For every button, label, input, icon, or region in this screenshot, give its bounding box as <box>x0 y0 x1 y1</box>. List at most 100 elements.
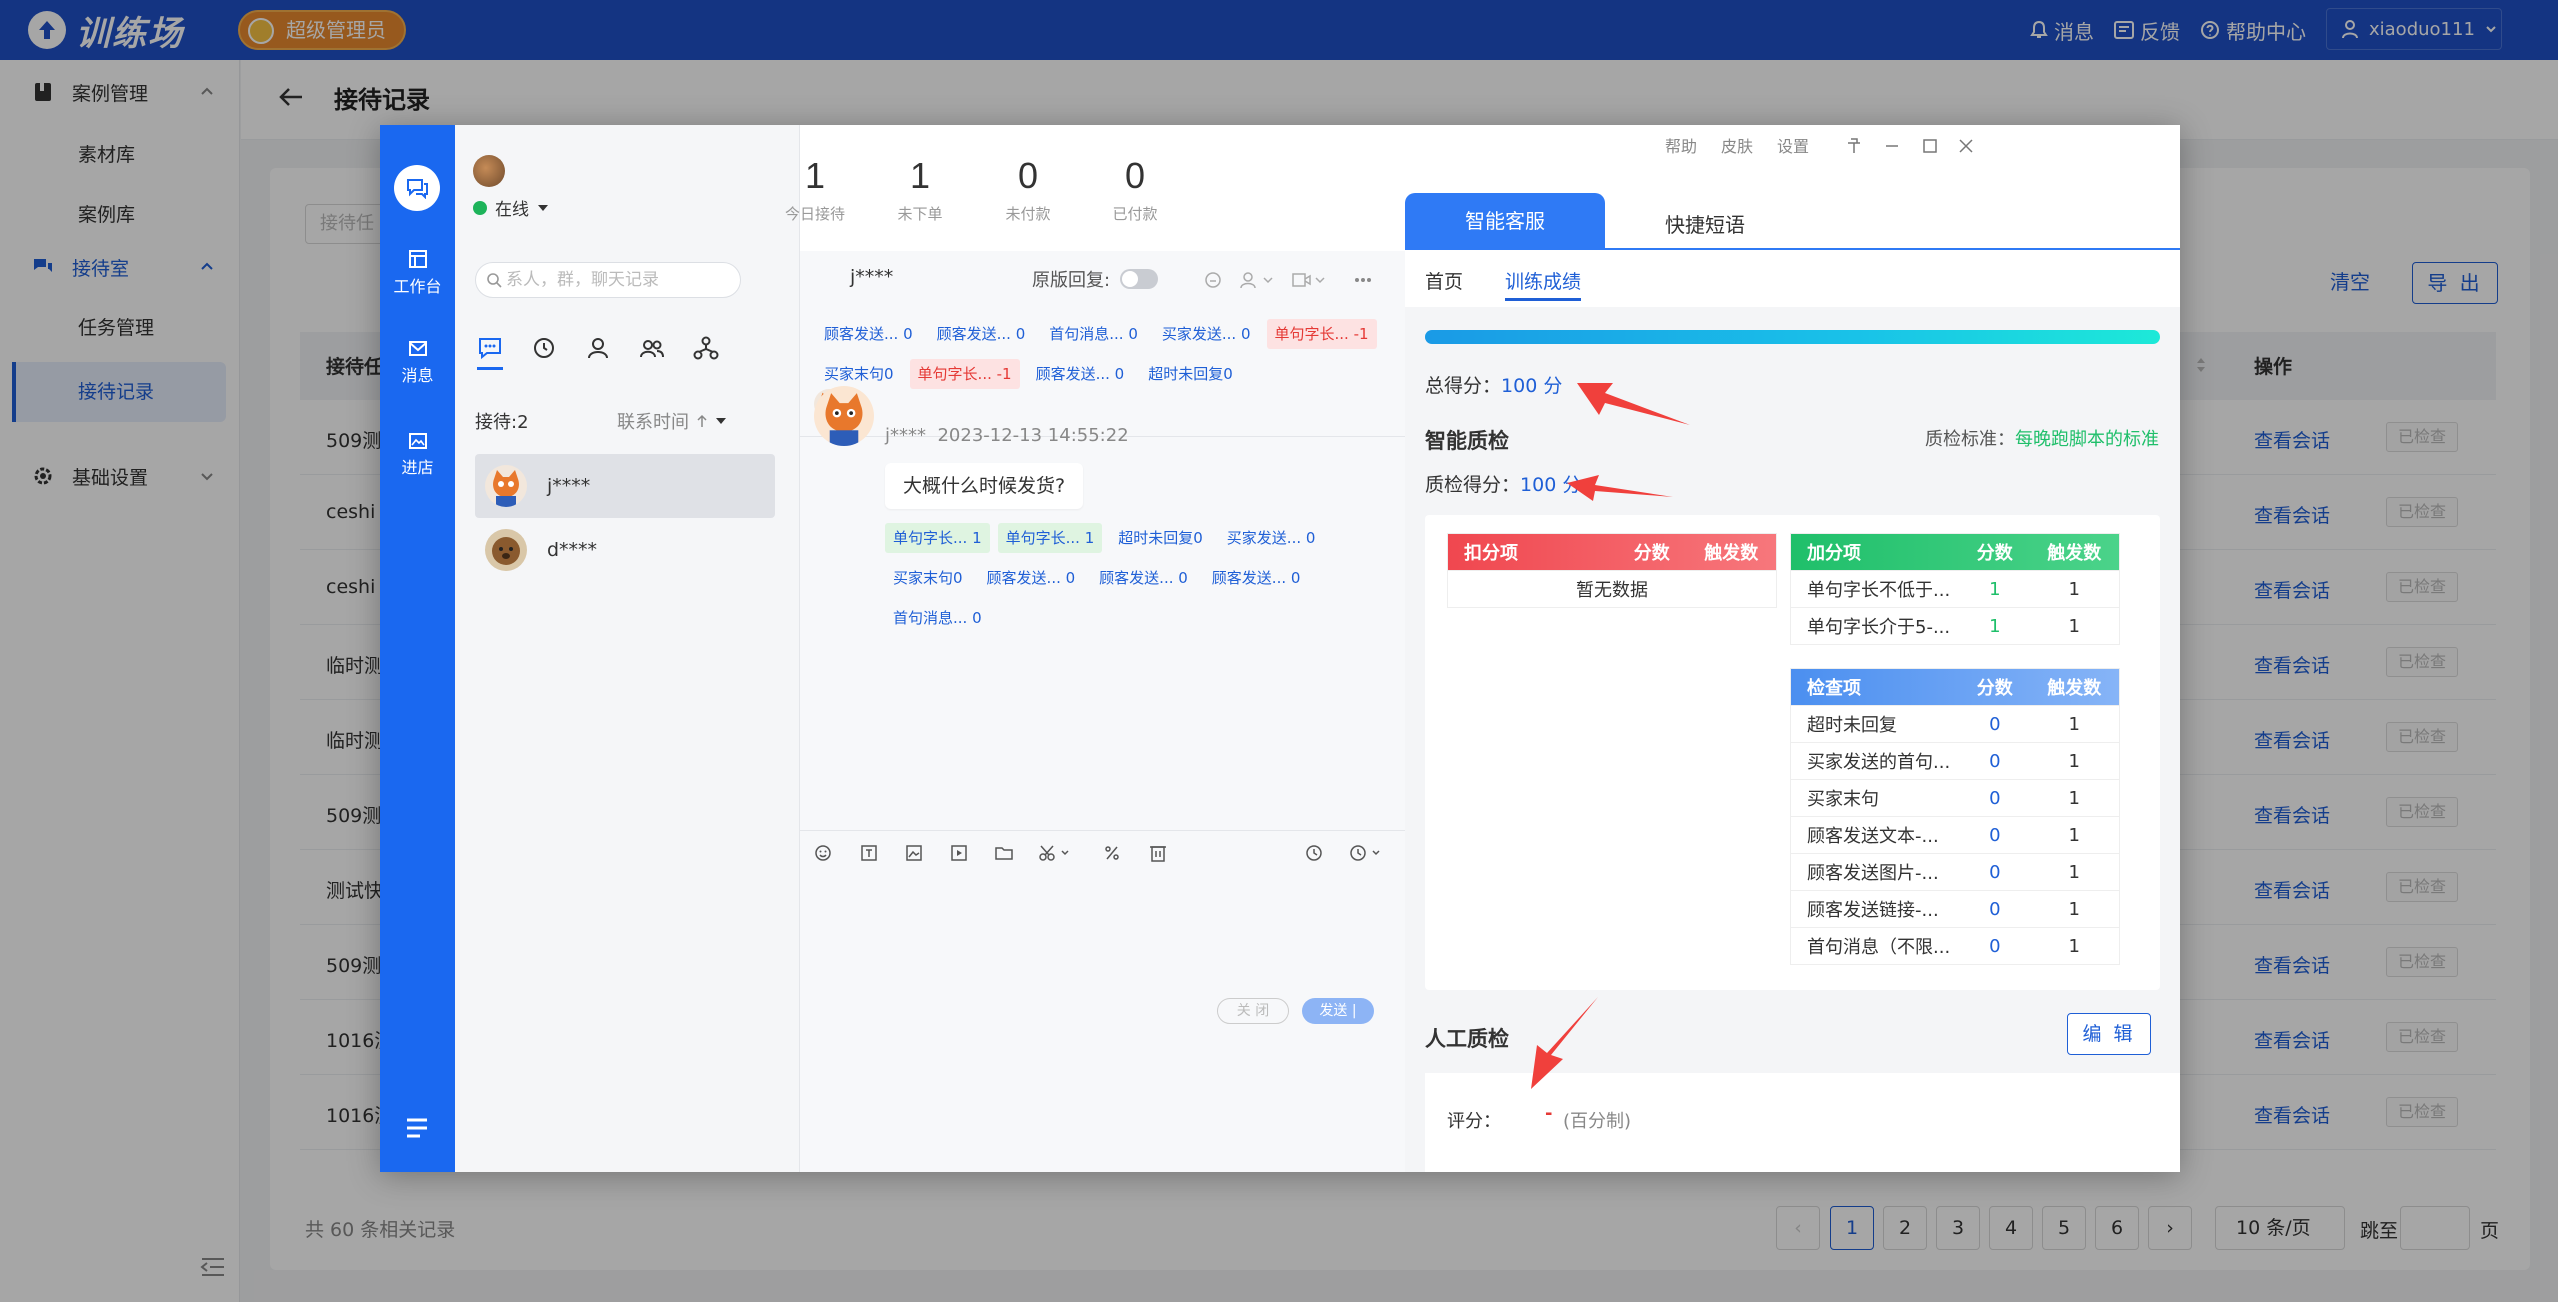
rail-store[interactable]: 进店 <box>380 432 455 478</box>
empty-text: 暂无数据 <box>1576 580 1648 601</box>
pin-icon[interactable] <box>1845 137 1863 155</box>
rail-messages[interactable]: 消息 <box>380 340 455 386</box>
image-upload-icon[interactable] <box>904 843 924 863</box>
qc-row: 买家发送的首句... 0 1 <box>1791 742 2119 779</box>
contact-search-input[interactable]: 系人，群，聊天记录 <box>475 262 741 298</box>
qc-tag[interactable]: 顾客发送... 0 <box>979 563 1084 593</box>
close-icon[interactable] <box>1957 137 1975 155</box>
qc-tag[interactable]: 首句消息... 0 <box>885 603 990 633</box>
contact-item[interactable]: d**** <box>475 518 775 582</box>
online-check-icon <box>473 200 487 215</box>
score-cell: 0 <box>1989 824 2001 846</box>
qc-tag[interactable]: 买家末句0 <box>816 359 902 389</box>
send-button[interactable]: 发送 | <box>1302 998 1374 1024</box>
header-cell: 触发数 <box>1704 543 1759 564</box>
arrow-up-icon <box>697 414 707 427</box>
header-cell: 分数 <box>1976 678 2013 699</box>
qc-tag[interactable]: 顾客发送... 0 <box>1028 359 1133 389</box>
stat-paid: 0 已付款 <box>1090 155 1180 224</box>
video-icon[interactable] <box>1292 271 1328 289</box>
schedule-icon[interactable] <box>1348 843 1384 863</box>
header-cell: 分数 <box>1633 543 1670 564</box>
tab-history-clock-icon[interactable] <box>531 335 557 361</box>
tab-group-icon[interactable] <box>639 335 665 361</box>
header-cell: 触发数 <box>2047 678 2102 699</box>
qc-row: 超时未回复 0 1 <box>1791 705 2119 742</box>
delete-icon[interactable] <box>1148 843 1168 863</box>
total-score: 总得分：100 分 <box>1425 371 1562 398</box>
my-avatar[interactable] <box>473 155 505 187</box>
menu-icon[interactable] <box>404 1117 430 1139</box>
header-cell: 检查项 <box>1807 678 1861 699</box>
sort-by-label: 联系时间 <box>617 412 689 433</box>
text-template-icon[interactable] <box>859 843 879 863</box>
bonus-table: 加分项 分数 触发数 单句字长不低于... 1 1 单句字长介于5-... 1 1 <box>1790 533 2120 645</box>
tab-person-icon[interactable] <box>585 335 611 361</box>
settings-link[interactable]: 设置 <box>1777 133 1809 157</box>
qc-row: 顾客发送图片-... 0 1 <box>1791 853 2119 890</box>
rail-label: 工作台 <box>393 277 442 296</box>
skin-link[interactable]: 皮肤 <box>1721 133 1753 157</box>
subtab-training-score[interactable]: 训练成绩 <box>1505 267 1581 294</box>
message-time: 2023-12-13 14:55:22 <box>937 425 1129 446</box>
rail-workbench[interactable]: 工作台 <box>380 249 455 297</box>
online-status-select[interactable]: 在线 <box>473 195 549 220</box>
search-placeholder: 系人，群，聊天记录 <box>506 270 659 290</box>
edit-button[interactable]: 编 辑 <box>2067 1013 2151 1055</box>
qc-tag[interactable]: 买家发送... 0 <box>1219 523 1324 553</box>
folder-icon[interactable] <box>994 843 1014 863</box>
qc-standard-value[interactable]: 每晚跑脚本的标准 <box>2015 429 2159 450</box>
qc-row: 顾客发送链接-... 0 1 <box>1791 890 2119 927</box>
video-upload-icon[interactable] <box>949 843 969 863</box>
qc-standard: 质检标准：每晚跑脚本的标准 <box>1925 425 2159 451</box>
close-conversation-button[interactable]: 关 闭 <box>1217 998 1289 1024</box>
emoji-icon[interactable] <box>813 843 833 863</box>
tab-org-icon[interactable] <box>693 335 719 361</box>
qc-tag[interactable]: 单句字长... -1 <box>1266 319 1377 349</box>
qc-tag[interactable]: 买家发送... 0 <box>1154 319 1259 349</box>
emoji-off-icon[interactable] <box>1204 271 1222 289</box>
qc-tag[interactable]: 首句消息... 0 <box>1041 319 1146 349</box>
tab-chats-icon[interactable] <box>477 335 503 361</box>
maximize-icon[interactable] <box>1921 137 1939 155</box>
caret-down-icon <box>716 418 726 424</box>
contact-item[interactable]: j**** <box>475 454 775 518</box>
stat-unpaid: 0 未付款 <box>983 155 1073 224</box>
scissors-icon[interactable] <box>1038 843 1072 863</box>
qc-tag[interactable]: 单句字长... 1 <box>885 523 990 553</box>
sort-by-select[interactable]: 联系时间 <box>617 408 727 434</box>
subtab-home[interactable]: 首页 <box>1425 267 1463 294</box>
rail-chat-button[interactable] <box>394 165 440 211</box>
status-label: 在线 <box>495 200 529 220</box>
stat-label: 未付款 <box>1005 205 1051 223</box>
transfer-user-icon[interactable] <box>1240 271 1276 289</box>
tab-quick-phrases[interactable]: 快捷短语 <box>1665 209 1745 238</box>
stat-no-order: 1 未下单 <box>875 155 965 224</box>
minimize-icon[interactable] <box>1883 137 1901 155</box>
percent-icon[interactable] <box>1102 843 1122 863</box>
history-icon[interactable] <box>1304 843 1324 863</box>
qc-standard-label: 质检标准： <box>1925 429 2015 450</box>
table-header: 加分项 分数 触发数 <box>1791 534 2119 570</box>
header-cell: 分数 <box>1976 543 2013 564</box>
qc-tag[interactable]: 超时未回复0 <box>1140 359 1241 389</box>
tab-smart-service[interactable]: 智能客服 <box>1405 193 1605 249</box>
qc-tag[interactable]: 买家末句0 <box>885 563 971 593</box>
message-bubble: 大概什么时候发货? <box>885 463 1084 509</box>
qc-tag[interactable]: 单句字长... 1 <box>997 523 1103 553</box>
window-links: 帮助 皮肤 设置 <box>1665 133 1809 157</box>
original-reply-toggle[interactable]: 原版回复: <box>1032 266 1159 292</box>
item-cell: 顾客发送图片-... <box>1807 863 1939 884</box>
qc-tag[interactable]: 顾客发送... 0 <box>1204 563 1309 593</box>
qc-tag[interactable]: 顾客发送... 0 <box>1091 563 1196 593</box>
stat-value: 0 <box>1124 155 1146 196</box>
qc-tag[interactable]: 超时未回复0 <box>1110 523 1211 553</box>
qc-tag[interactable]: 顾客发送... 0 <box>816 319 921 349</box>
qc-card: 扣分项 分数 触发数 暂无数据 加分项 分数 触发数 单句字长不低于... 1 1 单… <box>1425 515 2160 990</box>
cat-avatar <box>485 465 527 507</box>
qc-tag[interactable]: 单句字长... -1 <box>909 359 1020 389</box>
more-icon[interactable] <box>1354 277 1372 283</box>
toggle-switch[interactable] <box>1120 269 1159 289</box>
help-link[interactable]: 帮助 <box>1665 133 1697 157</box>
qc-tag[interactable]: 顾客发送... 0 <box>929 319 1034 349</box>
